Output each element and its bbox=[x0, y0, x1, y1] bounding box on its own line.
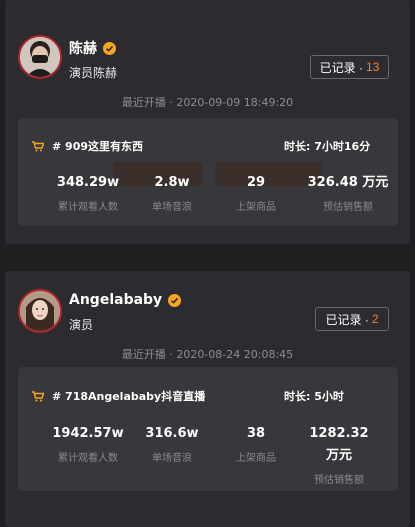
streamer-name[interactable]: Angelababy bbox=[69, 292, 162, 308]
stream-title[interactable]: # 718Angelababy抖音直播 bbox=[52, 388, 205, 404]
stat-estimated-sales: 326.48 万元 预估销售额 bbox=[298, 172, 398, 213]
stat-value: 29 bbox=[246, 175, 266, 190]
streamer-card-chenhe: 陈赫 演员陈赫 已记录 · 13 最近开播 · 2020-09-09 18:49… bbox=[5, 0, 410, 244]
stat-label: 单场音浪 bbox=[152, 453, 192, 464]
stat-estimated-sales: 1282.32 万元 预估销售额 bbox=[302, 423, 376, 486]
record-count: 2 bbox=[371, 312, 379, 326]
stat-label: 累计观看人数 bbox=[58, 202, 118, 213]
stat-label: 上架商品 bbox=[236, 453, 276, 464]
stat-value: 1282.32 万元 bbox=[309, 426, 369, 463]
record-label: 已记录 · bbox=[319, 60, 363, 75]
stat-label: 累计观看人数 bbox=[58, 453, 118, 464]
stat-products: 38 上架商品 bbox=[212, 423, 300, 464]
stat-value: 316.6w bbox=[145, 426, 199, 441]
record-count: 13 bbox=[365, 60, 380, 74]
streamer-name[interactable]: 陈赫 bbox=[69, 38, 97, 58]
stream-duration: 时长: 5小时 bbox=[284, 390, 344, 403]
stat-value: 348.29w bbox=[56, 175, 120, 190]
stream-panel[interactable]: # 909这里有东西 时长: 7小时16分 348.29w 累计观看人数 2.8… bbox=[18, 118, 398, 226]
streamer-subtitle: 演员陈赫 bbox=[69, 66, 118, 80]
stat-label: 单场音浪 bbox=[152, 202, 192, 213]
record-count-button[interactable]: 已记录 · 2 bbox=[315, 307, 389, 331]
stat-label: 预估销售额 bbox=[323, 202, 373, 213]
record-count-button[interactable]: 已记录 · 13 bbox=[310, 55, 389, 79]
shopping-cart-icon bbox=[32, 140, 44, 151]
stat-value: 38 bbox=[246, 426, 266, 441]
stat-value: 2.8w bbox=[154, 175, 190, 190]
stat-sound-waves: 2.8w 单场音浪 bbox=[128, 172, 216, 213]
stream-panel[interactable]: # 718Angelababy抖音直播 时长: 5小时 1942.57w 累计观… bbox=[18, 367, 398, 491]
stat-value: 1942.57w bbox=[52, 426, 124, 441]
stream-duration: 时长: 7小时16分 bbox=[284, 140, 371, 153]
avatar[interactable] bbox=[18, 289, 62, 333]
shopping-cart-icon bbox=[32, 390, 44, 401]
stream-title[interactable]: # 909这里有东西 bbox=[52, 138, 143, 154]
stat-value: 326.48 万元 bbox=[307, 175, 389, 190]
stat-sound-waves: 316.6w 单场音浪 bbox=[128, 423, 216, 464]
recent-stream-time: 最近开播 · 2020-08-24 20:08:45 bbox=[121, 348, 294, 361]
stat-total-viewers: 348.29w 累计观看人数 bbox=[44, 172, 132, 213]
streamer-subtitle: 演员 bbox=[69, 318, 94, 332]
stat-products: 29 上架商品 bbox=[212, 172, 300, 213]
stat-label: 预估销售额 bbox=[314, 475, 364, 486]
recent-stream-time: 最近开播 · 2020-09-09 18:49:20 bbox=[121, 96, 294, 109]
stat-label: 上架商品 bbox=[236, 202, 276, 213]
avatar[interactable] bbox=[18, 35, 62, 79]
record-label: 已记录 · bbox=[325, 312, 369, 327]
streamer-card-angelababy: Angelababy 演员 已记录 · 2 最近开播 · 2020-08-24 … bbox=[5, 271, 410, 527]
stat-total-viewers: 1942.57w 累计观看人数 bbox=[44, 423, 132, 464]
verified-badge-icon bbox=[168, 293, 182, 307]
verified-badge-icon bbox=[103, 41, 116, 55]
